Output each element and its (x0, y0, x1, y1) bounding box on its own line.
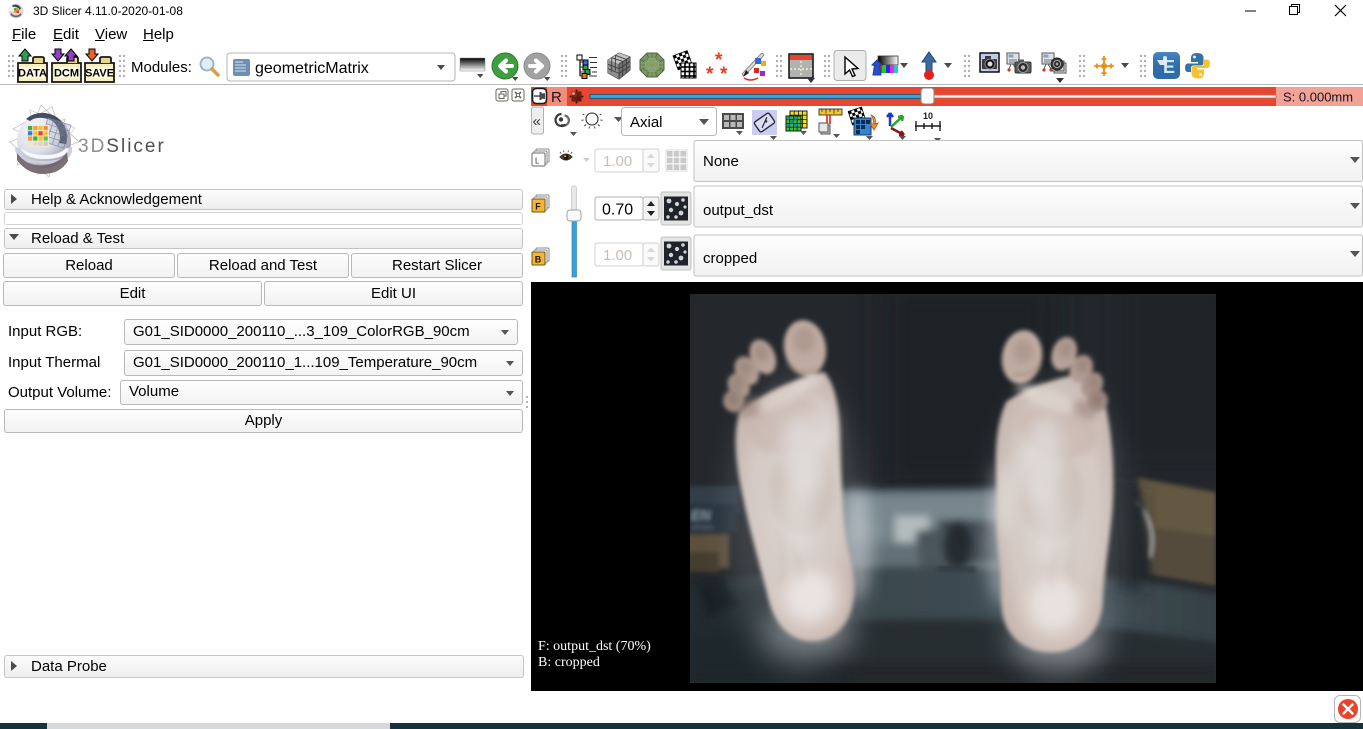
svg-text:F: F (535, 202, 541, 212)
svg-text:DCM: DCM (54, 68, 79, 80)
svg-text:None: None (703, 153, 739, 170)
svg-text:*: * (720, 64, 728, 85)
svg-text:DATA: DATA (18, 68, 47, 80)
svg-text:NTION: NTION (691, 525, 713, 532)
svg-text:Axial: Axial (630, 114, 663, 131)
svg-text:EN: EN (691, 507, 711, 523)
svg-text:«: « (533, 113, 541, 130)
svg-text:S: 0.000mm: S: 0.000mm (1283, 90, 1353, 105)
svg-text:Modules:: Modules: (131, 59, 192, 76)
svg-text:L: L (535, 157, 540, 166)
svg-text:*: * (706, 64, 714, 85)
svg-text:output_dst: output_dst (703, 202, 774, 219)
svg-text:SAVE: SAVE (85, 68, 114, 80)
svg-text:R: R (551, 89, 562, 106)
svg-text:cropped: cropped (703, 250, 757, 267)
svg-text:B: B (535, 255, 542, 265)
svg-text:10: 10 (923, 111, 933, 121)
svg-text:geometricMatrix: geometricMatrix (255, 60, 369, 77)
svg-text:0.70: 0.70 (602, 202, 633, 219)
